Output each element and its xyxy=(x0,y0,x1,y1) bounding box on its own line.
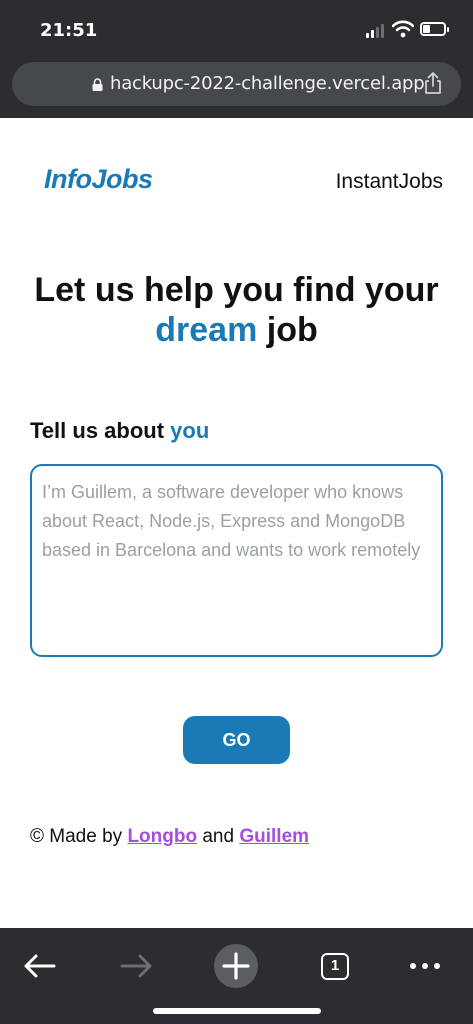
battery-icon xyxy=(420,22,449,36)
browser-toolbar: 1 xyxy=(0,928,473,1024)
about-label-prefix: Tell us about xyxy=(30,418,165,443)
back-arrow-icon[interactable] xyxy=(14,938,64,988)
page-content: InfoJobs InstantJobs Let us help you fin… xyxy=(0,118,473,928)
page-title: Let us help you find your dream job xyxy=(0,270,473,350)
lock-icon xyxy=(92,78,103,91)
status-bar: 21:51 xyxy=(0,0,473,58)
headline-line1: Let us help you find your xyxy=(34,271,439,309)
about-textarea[interactable] xyxy=(30,464,443,657)
home-indicator[interactable] xyxy=(153,1008,321,1014)
footer-prefix: © Made by xyxy=(30,826,123,847)
address-bar[interactable]: hackupc-2022-challenge.vercel.app xyxy=(12,62,461,106)
tab-count: 1 xyxy=(330,957,340,974)
wifi-icon xyxy=(392,20,414,38)
infojobs-logo[interactable]: InfoJobs xyxy=(44,164,153,195)
footer-joiner: and xyxy=(202,826,235,847)
tab-switcher-button[interactable]: 1 xyxy=(310,938,360,988)
more-options-icon[interactable] xyxy=(400,938,450,988)
about-label-accent: you xyxy=(170,418,210,443)
author-link-guillem[interactable]: Guillem xyxy=(239,826,309,847)
about-label: Tell us about you xyxy=(30,418,209,444)
cellular-signal-icon xyxy=(366,24,386,38)
address-url: hackupc-2022-challenge.vercel.app xyxy=(110,73,425,94)
share-icon[interactable] xyxy=(422,71,444,95)
new-tab-plus-icon[interactable] xyxy=(211,938,261,988)
forward-arrow-icon[interactable] xyxy=(112,938,162,988)
headline-accent: dream xyxy=(155,311,258,349)
go-button[interactable]: GO xyxy=(183,716,290,764)
author-link-longbo[interactable]: Longbo xyxy=(127,826,197,847)
status-time: 21:51 xyxy=(40,20,98,41)
browser-address-area: hackupc-2022-challenge.vercel.app xyxy=(0,58,473,118)
brand-name: InstantJobs xyxy=(335,170,443,193)
headline-line2: job xyxy=(266,311,318,349)
footer: © Made by Longbo and Guillem xyxy=(30,826,309,848)
